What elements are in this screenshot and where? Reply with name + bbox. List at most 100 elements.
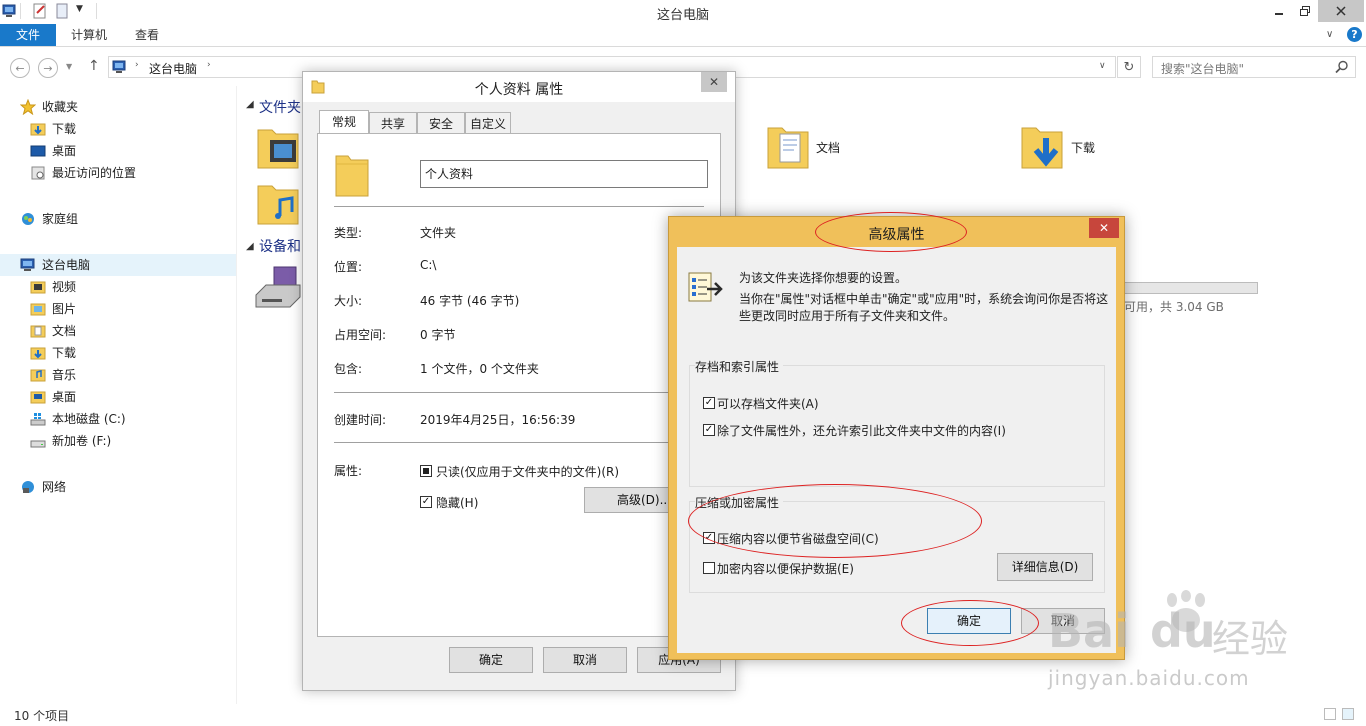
help-icon[interactable]: ? — [1347, 27, 1362, 42]
status-item-count: 10 个项目 — [14, 709, 70, 723]
tab-view[interactable]: 查看 — [122, 24, 172, 46]
size-value: 46 字节 (46 字节) — [420, 294, 520, 308]
tab-general[interactable]: 常规 — [319, 110, 369, 135]
general-tab-panel: 个人资料 类型: 文件夹 位置: C:\ 大小: 46 字节 (46 字节) 占… — [317, 133, 721, 637]
nav-pc-downloads[interactable]: 下载 — [0, 342, 236, 364]
search-placeholder: 搜索"这台电脑" — [1161, 62, 1245, 76]
watermark-brand: Bai — [1048, 604, 1130, 658]
minimize-button[interactable] — [1266, 0, 1292, 22]
nav-pc-documents[interactable]: 文档 — [0, 320, 236, 342]
collapse-folders-icon[interactable]: ◢ — [246, 99, 254, 110]
archive-label[interactable]: 可以存档文件夹(A) — [717, 395, 819, 412]
highlight-title-ellipse — [815, 212, 967, 252]
back-button[interactable]: ← — [10, 58, 30, 78]
up-button[interactable]: ↑ — [88, 58, 100, 74]
downloads-folder-icon[interactable] — [1020, 120, 1064, 170]
refresh-button[interactable]: ↻ — [1117, 56, 1141, 78]
archive-checkbox[interactable]: ✓ — [703, 397, 715, 409]
nav-homegroup[interactable]: 家庭组 — [0, 208, 236, 230]
ribbon-expand-icon[interactable]: ∨ — [1326, 29, 1333, 40]
recent-locations-icon[interactable]: ▼ — [66, 62, 72, 71]
highlight-ok-ellipse — [901, 600, 1039, 646]
download-folder-icon — [30, 347, 46, 360]
tab-security[interactable]: 安全 — [417, 112, 465, 134]
search-input[interactable]: 搜索"这台电脑" — [1152, 56, 1356, 78]
highlight-compress-ellipse — [688, 484, 982, 558]
location-label: 位置: — [334, 260, 363, 274]
tab-sharing[interactable]: 共享 — [369, 112, 417, 134]
created-label: 创建时间: — [334, 413, 387, 427]
folder-name-input[interactable]: 个人资料 — [420, 160, 708, 188]
navigation-pane: 收藏夹 下载 桌面 最近访问的位置 家庭组 这台电脑 视频 图片 文档 下载 音… — [0, 96, 236, 498]
address-dropdown-icon[interactable]: ∨ — [1099, 61, 1106, 71]
nav-network[interactable]: 网络 — [0, 476, 236, 498]
drive-icon — [30, 440, 46, 448]
video-folder-icon — [30, 281, 46, 294]
index-label[interactable]: 除了文件属性外，还允许索引此文件夹中文件的内容(I) — [717, 422, 1006, 439]
index-checkbox[interactable]: ✓ — [703, 424, 715, 436]
nav-pc-drive-f[interactable]: 新加卷 (F:) — [0, 430, 236, 452]
attributes-settings-icon — [687, 269, 723, 305]
hidden-label[interactable]: 隐藏(H) — [436, 494, 478, 511]
nav-favorites[interactable]: 收藏夹 — [0, 96, 236, 118]
desktop-folder-icon — [30, 391, 46, 404]
documents-folder-icon[interactable] — [766, 120, 810, 170]
nav-pc-videos[interactable]: 视频 — [0, 276, 236, 298]
videos-folder-icon[interactable] — [256, 122, 300, 170]
nav-label: 视频 — [52, 280, 77, 294]
advanced-attributes-dialog: 高级属性 ✕ 为该文件夹选择你想要的设置。 当你在"属性"对话框中单击"确定"或… — [668, 216, 1125, 660]
search-icon[interactable] — [1335, 60, 1349, 74]
tab-computer[interactable]: 计算机 — [62, 24, 116, 46]
nav-label: 网络 — [42, 480, 67, 494]
breadcrumb-chevron-icon[interactable]: › — [135, 60, 139, 70]
nav-fav-desktop[interactable]: 桌面 — [0, 140, 236, 162]
large-icons-view-icon[interactable] — [1342, 708, 1354, 720]
nav-pc-music[interactable]: 音乐 — [0, 364, 236, 386]
nav-pc-desktop[interactable]: 桌面 — [0, 386, 236, 408]
properties-close-button[interactable]: ✕ — [701, 72, 727, 92]
properties-ok-button[interactable]: 确定 — [449, 647, 533, 673]
details-button[interactable]: 详细信息(D) — [997, 553, 1093, 581]
created-value: 2019年4月25日，16:56:39 — [420, 413, 576, 427]
breadcrumb-this-pc[interactable]: 这台电脑 — [149, 60, 197, 77]
tab-customize[interactable]: 自定义 — [465, 112, 511, 134]
collapse-devices-icon[interactable]: ◢ — [246, 241, 254, 252]
restore-button[interactable] — [1292, 0, 1318, 22]
type-value: 文件夹 — [420, 226, 457, 240]
details-view-icon[interactable] — [1324, 708, 1336, 720]
pictures-folder-icon — [30, 303, 46, 316]
hidden-checkbox[interactable]: ✓ — [420, 496, 432, 508]
section-devices[interactable]: 设备和 — [259, 236, 301, 256]
close-window-button[interactable] — [1318, 0, 1364, 22]
readonly-checkbox[interactable] — [420, 465, 432, 477]
star-icon — [20, 99, 36, 115]
nav-thispc[interactable]: 这台电脑 — [0, 254, 236, 276]
folder-label-downloads[interactable]: 下载 — [1071, 139, 1095, 156]
readonly-label[interactable]: 只读(仅应用于文件夹中的文件)(R) — [436, 463, 619, 480]
encrypt-label[interactable]: 加密内容以便保护数据(E) — [717, 560, 854, 577]
disk-size-label: 占用空间: — [334, 328, 387, 342]
removable-drive-icon[interactable] — [254, 265, 302, 309]
nav-label: 家庭组 — [42, 212, 79, 226]
forward-button[interactable]: → — [38, 58, 58, 78]
encrypt-checkbox[interactable] — [703, 562, 715, 574]
advanced-dialog-body: 为该文件夹选择你想要的设置。 当你在"属性"对话框中单击"确定"或"应用"时，系… — [677, 247, 1116, 653]
nav-pc-drive-c[interactable]: 本地磁盘 (C:) — [0, 408, 236, 430]
properties-dialog-titlebar: 个人资料 属性 ✕ — [303, 72, 735, 102]
drive-usage-bar — [1124, 282, 1258, 294]
section-folders[interactable]: 文件夹 — [259, 97, 301, 117]
nav-pc-pictures[interactable]: 图片 — [0, 298, 236, 320]
properties-cancel-button[interactable]: 取消 — [543, 647, 627, 673]
homegroup-icon — [22, 213, 34, 225]
nav-fav-downloads[interactable]: 下载 — [0, 118, 236, 140]
network-icon — [22, 481, 34, 493]
advanced-close-button[interactable]: ✕ — [1089, 218, 1119, 238]
music-folder-icon[interactable] — [256, 178, 300, 226]
tab-file[interactable]: 文件 — [0, 24, 56, 46]
drive-space-text: 可用，共 3.04 GB — [1124, 300, 1224, 314]
nav-fav-recent[interactable]: 最近访问的位置 — [0, 162, 236, 184]
contains-value: 1 个文件，0 个文件夹 — [420, 362, 539, 376]
nav-favorites-label: 收藏夹 — [42, 100, 79, 114]
folder-label-documents[interactable]: 文档 — [816, 139, 840, 156]
breadcrumb-chevron-icon[interactable]: › — [207, 60, 211, 70]
